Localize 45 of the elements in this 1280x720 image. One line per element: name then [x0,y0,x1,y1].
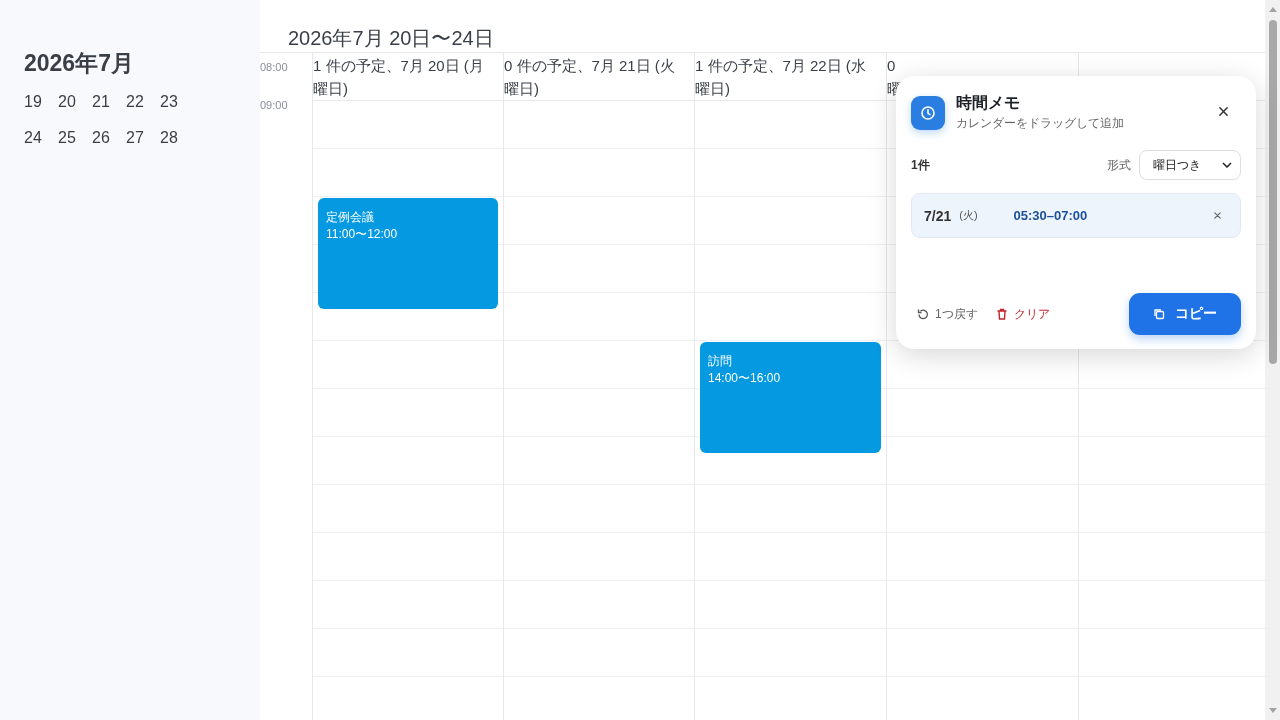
copy-button[interactable]: コピー [1129,293,1241,335]
day-header: 1 件の予定、7月 22日 (水 [695,56,867,76]
chevron-down-icon [1222,162,1232,168]
day-header: 0 [887,56,897,76]
day-header: 曜日) [504,79,540,99]
remove-icon[interactable] [1213,211,1222,220]
range-title: 2026年7月 20日〜24日 [287,26,495,51]
undo-button[interactable]: 1つ戻す [911,301,984,327]
scroll-thumb[interactable] [1268,20,1277,364]
event-title: 訪問 [708,353,733,370]
calendar-day[interactable]: 21 [92,93,114,111]
day-header: 曜日) [313,79,349,99]
scrollbar[interactable] [1265,0,1280,720]
format-label: 形式 [1107,156,1131,174]
calendar-day[interactable]: 25 [58,129,80,147]
calendar-day[interactable]: 23 [160,93,182,111]
clock-icon [911,96,945,130]
calendar-day[interactable]: 22 [126,93,148,111]
panel-title: 時間メモ [956,93,1021,113]
trash-icon [995,308,1008,320]
entry-time: 05:30–07:00 [1013,208,1089,223]
day-header: 1 件の予定、7月 20日 (月 [313,56,485,76]
event-title: 定例会議 [326,209,375,226]
calendar-day[interactable]: 28 [160,129,182,147]
entry-count: 1件 [911,156,931,174]
calendar-day[interactable]: 26 [92,129,114,147]
format-select[interactable]: 曜日つき [1139,150,1241,180]
calendar-day[interactable]: 19 [24,93,46,111]
close-icon[interactable] [1218,106,1229,117]
time-label: 08:00 [260,61,288,73]
event-time: 11:00〜12:00 [326,226,399,243]
panel-subtitle: カレンダーをドラッグして追加 [956,115,1125,132]
clear-button[interactable]: クリア [989,301,1056,327]
calendar-day[interactable]: 27 [126,129,148,147]
event-time: 14:00〜16:00 [708,370,782,387]
calendar-day[interactable]: 24 [24,129,46,147]
day-header: 曜日) [695,79,731,99]
undo-icon [917,308,929,320]
month-title: 2026年7月 [24,49,135,78]
time-label: 09:00 [260,99,288,111]
calendar-day[interactable]: 20 [58,93,80,111]
entry-weekday: (火) [959,208,978,223]
copy-icon [1153,308,1165,320]
entry-date: 7/21 [924,207,952,224]
day-header: 0 件の予定、7月 21日 (火 [504,56,676,76]
